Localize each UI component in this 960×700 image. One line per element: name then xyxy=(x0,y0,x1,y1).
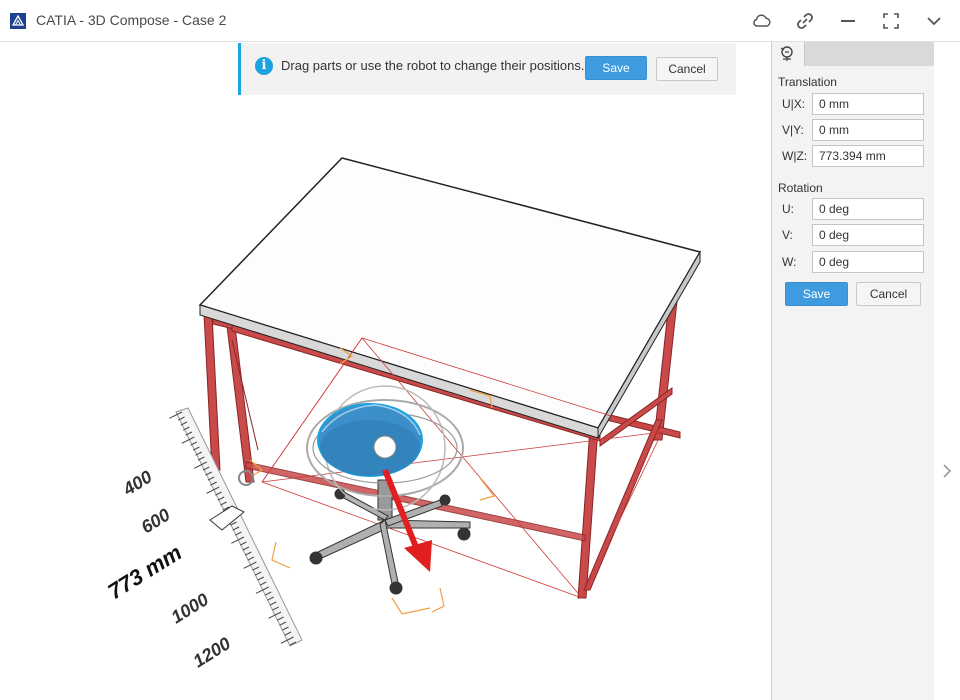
3d-viewport[interactable]: 400 600 773 mm 1000 1200 xyxy=(0,42,772,700)
catia-logo-icon xyxy=(10,13,26,29)
link-icon[interactable] xyxy=(793,9,817,33)
tab-robot[interactable] xyxy=(772,42,805,66)
translation-u-field[interactable] xyxy=(812,93,924,115)
info-save-button[interactable]: Save xyxy=(585,56,647,80)
rotation-title: Rotation xyxy=(778,181,823,195)
translation-w-label: W|Z: xyxy=(782,149,808,163)
rotation-v-field[interactable] xyxy=(812,224,924,246)
cloud-icon[interactable] xyxy=(750,9,774,33)
ruler-label-600: 600 xyxy=(138,505,174,538)
panel-tabbar xyxy=(772,42,934,66)
info-bar: i Drag parts or use the robot to change … xyxy=(238,43,736,95)
side-collapse-strip xyxy=(934,42,960,700)
rotation-w-field[interactable] xyxy=(812,251,924,273)
robot-properties-panel: Translation U|X: V|Y: W|Z: Rotation U: V… xyxy=(771,42,934,700)
ruler-label-1200: 1200 xyxy=(190,633,235,671)
panel-cancel-button[interactable]: Cancel xyxy=(856,282,921,306)
chair-seat[interactable] xyxy=(317,403,423,477)
minimize-icon[interactable] xyxy=(836,9,860,33)
window-title: CATIA - 3D Compose - Case 2 xyxy=(36,12,227,28)
info-icon: i xyxy=(255,57,273,75)
rotation-v-label: V: xyxy=(782,228,793,242)
translation-u-label: U|X: xyxy=(782,97,806,111)
ruler-label-current: 773 mm xyxy=(103,540,186,605)
rotation-w-label: W: xyxy=(782,255,797,269)
ruler-label-1000: 1000 xyxy=(168,589,213,627)
scene-canvas[interactable]: 400 600 773 mm 1000 1200 xyxy=(0,42,772,700)
panel-save-button[interactable]: Save xyxy=(785,282,848,306)
robot-icon xyxy=(780,46,793,61)
rotation-u-label: U: xyxy=(782,202,794,216)
title-bar: CATIA - 3D Compose - Case 2 xyxy=(0,0,960,42)
translation-v-label: V|Y: xyxy=(782,123,804,137)
chevron-down-icon[interactable] xyxy=(922,9,946,33)
chair-base[interactable] xyxy=(309,479,471,595)
fullscreen-icon[interactable] xyxy=(879,9,903,33)
info-cancel-button[interactable]: Cancel xyxy=(656,57,718,81)
translation-v-field[interactable] xyxy=(812,119,924,141)
translation-title: Translation xyxy=(778,75,837,89)
chevron-right-icon[interactable] xyxy=(938,462,956,480)
ruler-label-400: 400 xyxy=(119,467,156,500)
translation-w-field[interactable] xyxy=(812,145,924,167)
info-message: Drag parts or use the robot to change th… xyxy=(281,58,585,73)
rotation-u-field[interactable] xyxy=(812,198,924,220)
